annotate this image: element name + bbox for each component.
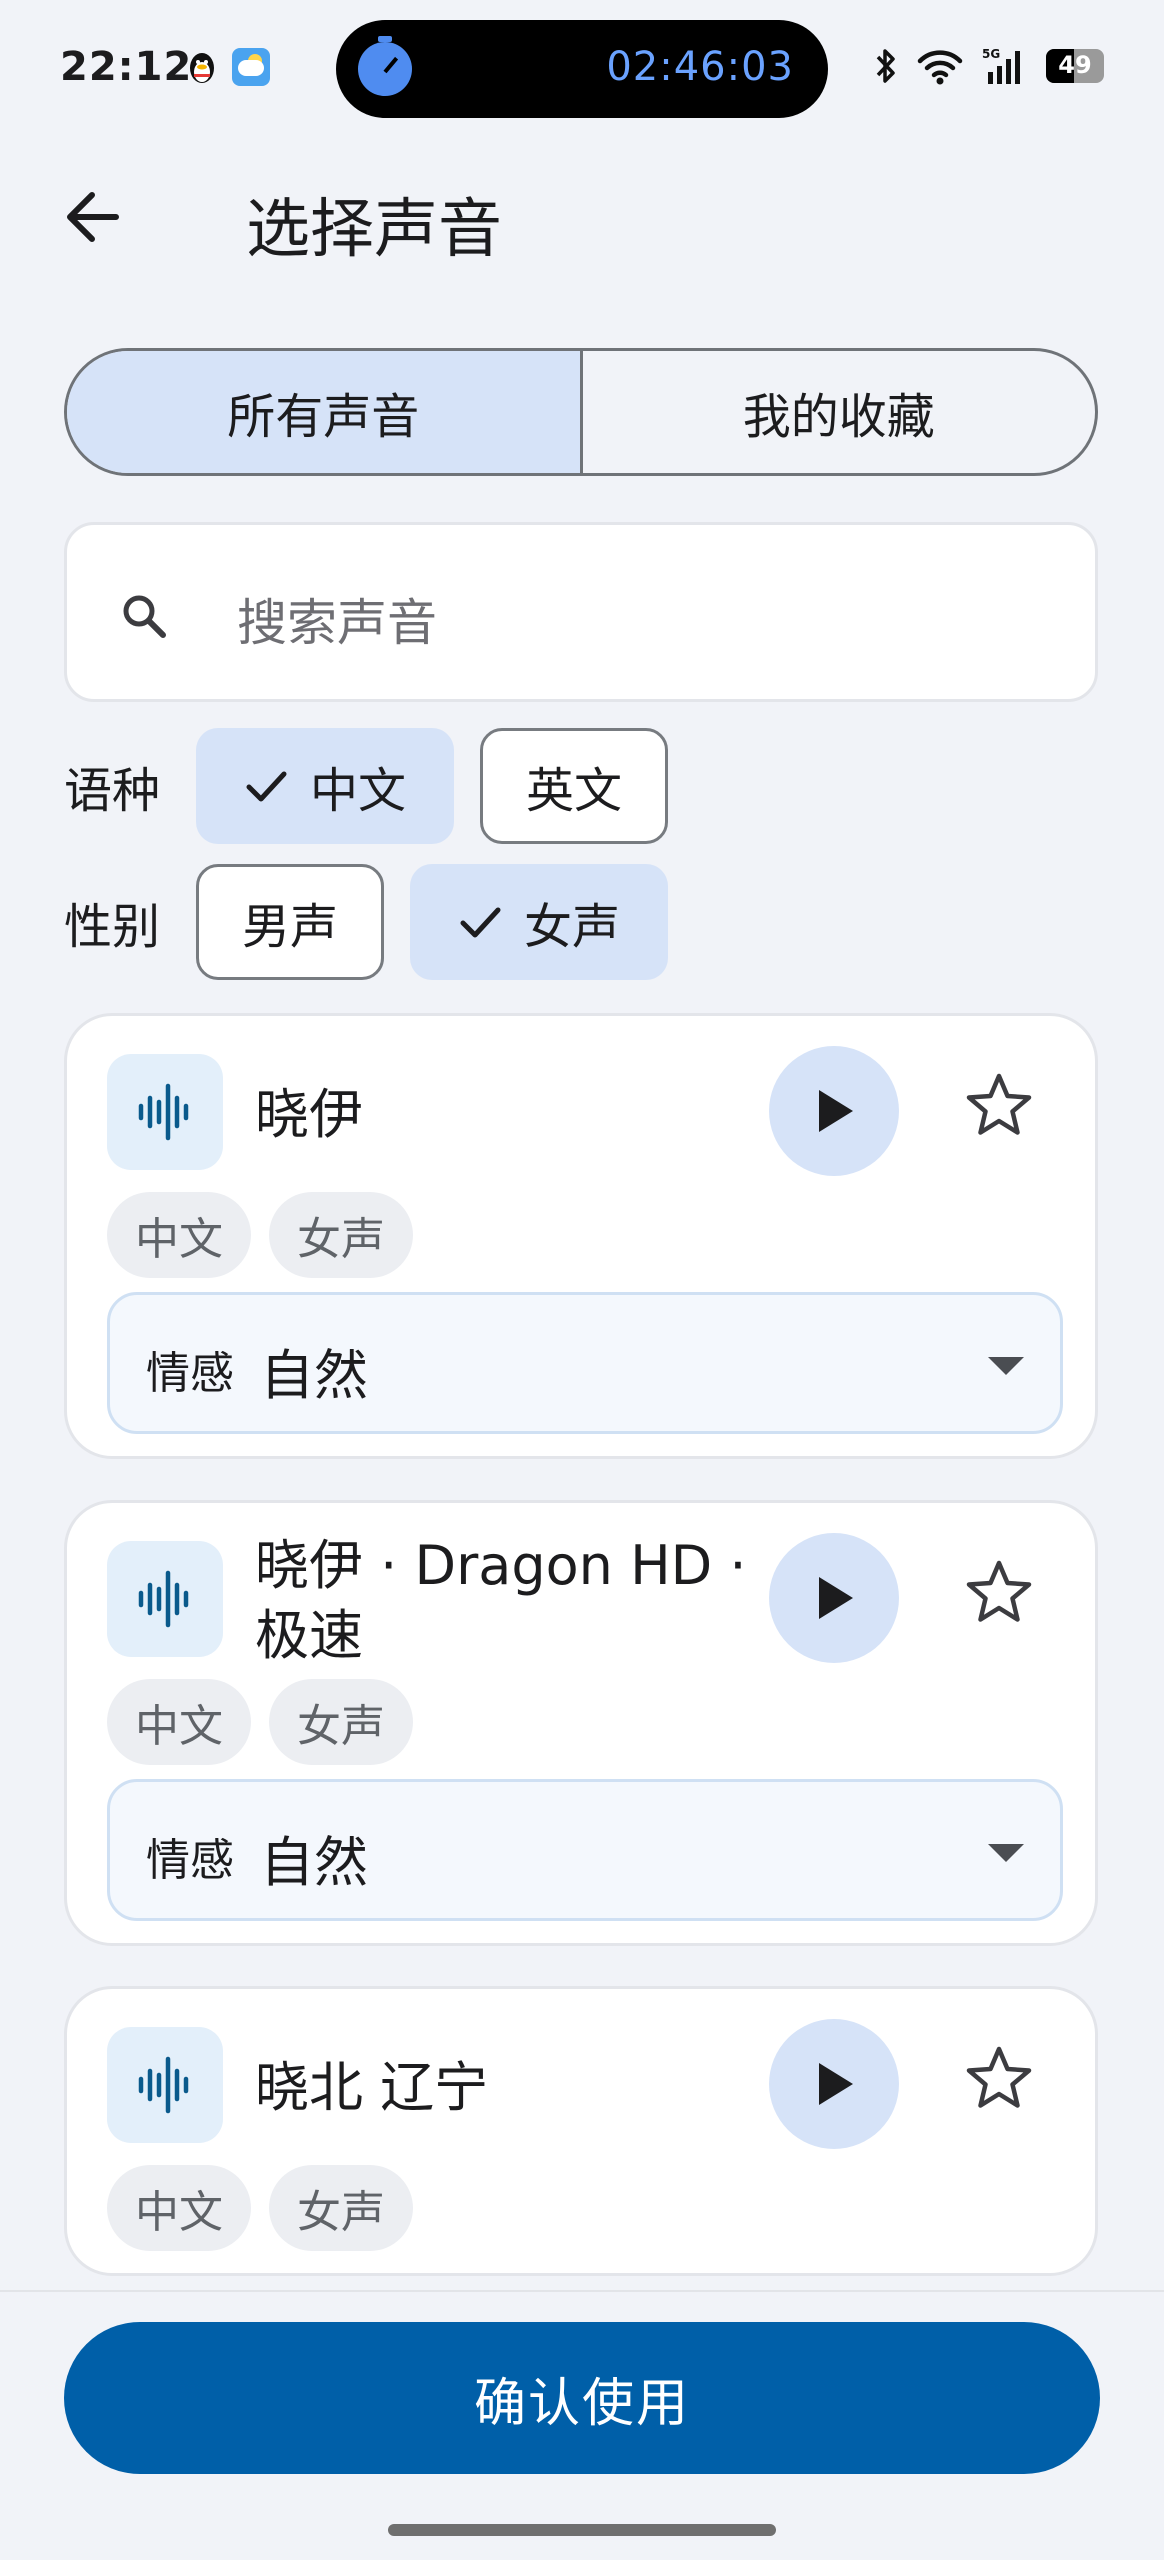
voice-tags: 中文 女声 [107,1679,413,1765]
back-arrow-icon[interactable] [58,182,128,252]
favorite-star-icon[interactable] [959,1066,1039,1146]
gender-filter-label: 性别 [64,899,161,955]
chip-english-label: 英文 [525,763,622,819]
weather-icon [232,48,270,86]
voice-card[interactable]: 晓北 辽宁 中文 女声 [64,1986,1098,2276]
voice-tags: 中文 女声 [107,2165,413,2251]
voice-picker-screen: 22:12 02:46:03 5G 49 选择声音 所有声音 我的收藏 搜索声音… [0,0,1164,2560]
search-icon [123,595,166,638]
battery-icon: 49 [1046,49,1104,83]
waveform-icon [138,1083,189,1141]
status-time: 22:12 [60,44,193,90]
tag-gender: 女声 [269,1679,413,1765]
tag-gender: 女声 [269,1192,413,1278]
voice-avatar [107,2027,223,2143]
chip-female-label: 女声 [523,899,620,955]
language-filter-label: 语种 [64,763,161,819]
tag-language: 中文 [107,1679,251,1765]
voice-avatar [107,1541,223,1657]
play-icon [819,2063,853,2105]
voice-scope-tabs: 所有声音 我的收藏 [64,348,1098,476]
emotion-value: 自然 [260,1831,368,1894]
check-icon [246,771,287,802]
emotion-label: 情感 [146,1348,234,1399]
tab-all-voices[interactable]: 所有声音 [67,351,580,473]
chip-male-label: 男声 [241,899,338,955]
emotion-value: 自然 [260,1344,368,1407]
tag-language: 中文 [107,1192,251,1278]
play-button[interactable] [769,2019,899,2149]
home-indicator[interactable] [388,2524,776,2536]
favorite-star-icon[interactable] [959,1553,1039,1633]
favorite-star-icon[interactable] [959,2039,1039,2119]
voice-avatar [107,1054,223,1170]
check-icon [460,907,501,938]
play-icon [819,1090,853,1132]
confirm-use-button[interactable]: 确认使用 [64,2322,1100,2474]
waveform-icon [138,2056,189,2114]
page-title: 选择声音 [246,193,502,267]
play-icon [819,1577,853,1619]
dropdown-caret-icon [988,1357,1024,1375]
tag-gender: 女声 [269,2165,413,2251]
voice-tags: 中文 女声 [107,1192,413,1278]
status-bar: 22:12 02:46:03 5G 49 [0,0,1164,140]
chip-chinese-label: 中文 [309,763,406,819]
play-button[interactable] [769,1533,899,1663]
timer-readout: 02:46:03 [606,44,794,90]
qq-penguin-icon [190,53,214,83]
chip-english[interactable]: 英文 [480,728,668,844]
voice-card[interactable]: 晓伊 中文 女声 情感 自然 [64,1013,1098,1459]
tag-language: 中文 [107,2165,251,2251]
stopwatch-icon [358,36,412,96]
emotion-dropdown[interactable]: 情感 自然 [107,1779,1063,1921]
chip-chinese[interactable]: 中文 [196,728,454,844]
play-button[interactable] [769,1046,899,1176]
svg-text:5G: 5G [982,47,1000,61]
voice-name: 晓伊 · Dragon HD · 极速 [255,1534,747,1667]
chip-female[interactable]: 女声 [410,864,668,980]
tab-my-favorites[interactable]: 我的收藏 [583,351,1096,473]
language-filter-row: 语种 中文 英文 [64,728,694,844]
dropdown-caret-icon [988,1844,1024,1862]
cellular-5g-signal-icon: 5G [982,47,1020,84]
status-indicators: 5G 49 [874,46,1104,86]
voice-name: 晓伊 [255,1083,363,1146]
voice-card[interactable]: 晓伊 · Dragon HD · 极速 中文 女声 情感 自然 [64,1500,1098,1946]
emotion-dropdown[interactable]: 情感 自然 [107,1292,1063,1434]
wifi-icon [917,50,963,85]
voice-name: 晓北 辽宁 [255,2056,489,2119]
bluetooth-icon [876,49,895,83]
emotion-label: 情感 [146,1835,234,1886]
waveform-icon [138,1570,189,1628]
search-input[interactable]: 搜索声音 [64,522,1098,702]
chip-male[interactable]: 男声 [196,864,384,980]
search-placeholder: 搜索声音 [237,594,437,652]
dynamic-island-timer[interactable]: 02:46:03 [336,20,828,118]
gender-filter-row: 性别 男声 女声 [64,864,694,980]
bottom-divider [0,2290,1164,2292]
